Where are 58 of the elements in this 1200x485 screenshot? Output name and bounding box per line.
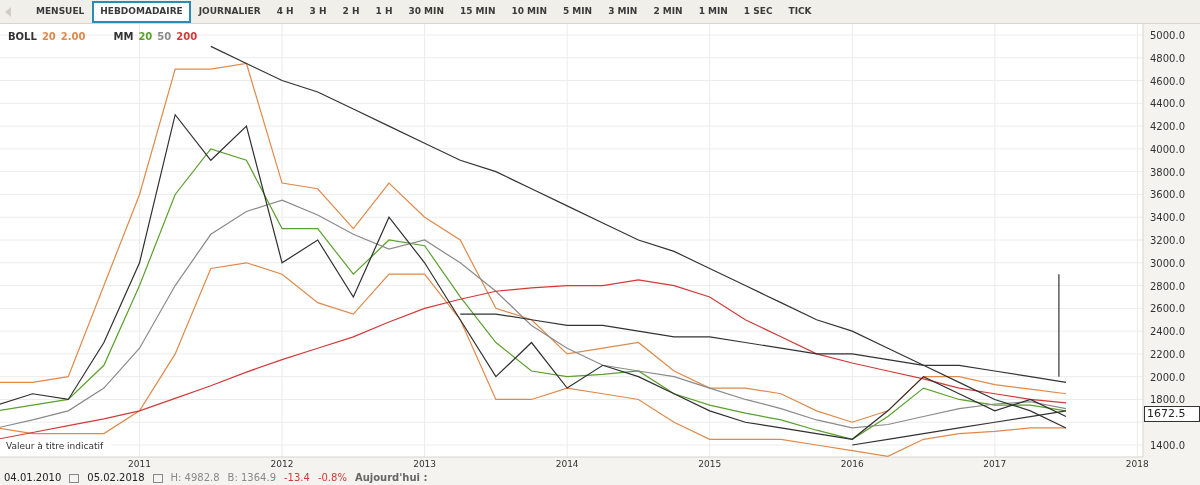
legend-value: 200 [176,30,198,44]
axis-label: 2400.0 [1150,326,1185,338]
axis-label: 3200.0 [1150,235,1185,246]
high-value: H: 4982.8 [170,472,220,484]
legend-value: 2.00 [60,30,86,44]
timeframe-tab[interactable]: 1 H [367,0,401,23]
axis-label: 3800.0 [1150,166,1185,178]
change-value: -13.4 [284,472,310,484]
axis-label: 2600.0 [1150,303,1185,315]
legend-label: MM [113,30,134,44]
axis-label: 2013 [413,459,437,469]
axis-label: 2015 [698,459,722,469]
axis-label: 2014 [555,459,579,469]
end-date[interactable]: 05.02.2018 [87,472,145,484]
timeframe-tab[interactable]: JOURNALIER [190,0,269,23]
change-percent: -0.8% [317,472,347,484]
axis-label: 1800.0 [1150,394,1185,406]
timeframe-tab[interactable]: 15 MIN [451,0,504,23]
axis-label: 4600.0 [1150,75,1185,87]
timeframe-tab[interactable]: MENSUEL [28,0,93,23]
axis-label: 3000.0 [1150,257,1185,269]
axis-label: 4200.0 [1150,121,1185,133]
axis-label: 1400.0 [1150,440,1185,451]
timeframe-tab[interactable]: TICK [780,0,820,23]
axis-label: 2011 [128,459,151,469]
timeframe-tab[interactable]: 3 MIN [600,0,646,23]
axis-label: 3600.0 [1150,189,1185,201]
axis-label: 5000.0 [1150,30,1185,41]
start-date[interactable]: 04.01.2010 [4,472,62,484]
axis-label: 2018 [1125,459,1149,469]
timeframe-tab[interactable]: 5 MIN [554,0,601,23]
axis-label: 2800.0 [1150,280,1185,292]
timeframe-tab[interactable]: 1 SEC [735,0,781,23]
timeframe-tab[interactable]: 1 MIN [690,0,736,23]
axis-label: 2200.0 [1150,348,1185,360]
legend-value: 20 [138,30,153,44]
timeframe-tab[interactable]: 2 MIN [645,0,691,23]
timeframe-tab[interactable]: 2 H [334,0,368,23]
axis-label: 4000.0 [1150,143,1185,155]
timeframe-tab[interactable]: 10 MIN [503,0,555,23]
axis-label: 2012 [270,459,294,469]
axis-label: 2000.0 [1150,371,1185,383]
calendar-icon[interactable] [152,473,163,483]
axis-label: 2016 [840,459,864,469]
timeframe-tab[interactable]: 4 H [268,0,302,23]
timeframe-tab[interactable]: 30 MIN [400,0,452,23]
axis-label: 2017 [983,459,1007,469]
timeframe-tab[interactable]: HEBDOMADAIRE [92,0,191,23]
axis-label: 4400.0 [1150,98,1185,110]
calendar-icon[interactable] [69,473,80,483]
timeframe-tab[interactable]: 3 H [301,0,335,23]
legend-value: 20 [41,30,56,44]
axis-label: 3400.0 [1150,212,1185,224]
today-label: Aujourd'hui : [354,472,428,484]
legend-label: BOLL [8,30,37,44]
legend-value: 50 [157,30,172,44]
axis-label: 4800.0 [1150,52,1185,64]
low-value: B: 1364.9 [227,472,276,484]
